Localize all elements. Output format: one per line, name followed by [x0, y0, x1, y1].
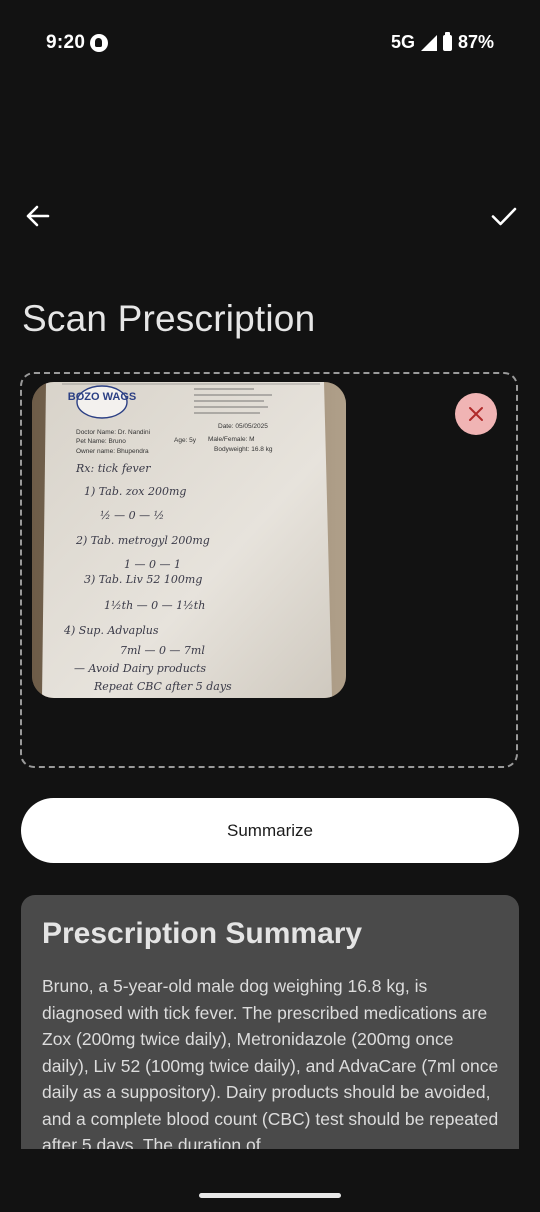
summarize-button[interactable]: Summarize [21, 798, 519, 863]
handwriting-line: 2) Tab. metrogyl 200mg [75, 534, 210, 547]
arrow-left-icon [26, 205, 50, 227]
check-icon [491, 207, 517, 226]
pet-name-field: Pet Name: Bruno [76, 438, 126, 445]
summary-card: Prescription Summary Bruno, a 5-year-old… [21, 895, 519, 1149]
status-indicators: 5G 87% [390, 31, 494, 53]
handwriting-line: 7ml — 0 — 7ml [120, 644, 205, 657]
handwriting-line: 1½th — 0 — 1½th [104, 599, 205, 612]
status-bar: 9:20 5G 87% [0, 0, 540, 88]
home-indicator[interactable] [199, 1193, 341, 1198]
battery-percent: 87% [457, 32, 494, 52]
back-button[interactable] [22, 200, 54, 232]
logo-text: BOZO WAGS [68, 391, 136, 403]
doctor-name-field: Doctor Name: Dr. Nandini [76, 429, 150, 436]
remove-image-button[interactable] [455, 393, 497, 435]
page-title: Scan Prescription [22, 298, 316, 339]
handwriting-line: — Avoid Dairy products [74, 662, 206, 675]
handwriting-line: 4) Sup. Advaplus [63, 624, 159, 637]
handwriting-line: 3) Tab. Liv 52 100mg [84, 573, 202, 586]
owner-name-field: Owner name: Bhupendra [76, 448, 149, 455]
summary-text: Bruno, a 5-year-old male dog weighing 16… [42, 976, 499, 1149]
date-field: Date: 05/05/2025 [218, 423, 268, 430]
handwriting-line: 1) Tab. zox 200mg [84, 485, 186, 498]
handwriting-line: Rx: tick fever [75, 462, 151, 475]
whatsapp-call-icon [90, 34, 108, 52]
handwriting-line: Repeat CBC after 5 days [93, 680, 232, 693]
status-time: 9:20 [46, 32, 86, 53]
summary-title: Prescription Summary [42, 917, 363, 950]
handwriting-line: 1 — 0 — 1 [124, 558, 181, 571]
confirm-button[interactable] [488, 200, 520, 232]
age-field: Age: 5y [174, 437, 197, 444]
prescription-photo[interactable]: BOZO WAGS Doctor Name: Dr. Nandini Date:… [32, 382, 346, 698]
bodyweight-field: Bodyweight: 16.8 kg [214, 446, 273, 453]
network-type: 5G [390, 32, 415, 52]
sex-field: Male/Female: M [208, 436, 255, 443]
signal-icon [420, 34, 437, 51]
prescription-photo-graphic: BOZO WAGS Doctor Name: Dr. Nandini Date:… [32, 382, 346, 698]
battery-icon [442, 31, 452, 51]
close-icon [469, 407, 483, 421]
handwriting-line: ½ — 0 — ½ [100, 509, 164, 522]
app-screen: 9:20 5G 87% Scan Prescription BOZO WAGS … [0, 0, 540, 1212]
